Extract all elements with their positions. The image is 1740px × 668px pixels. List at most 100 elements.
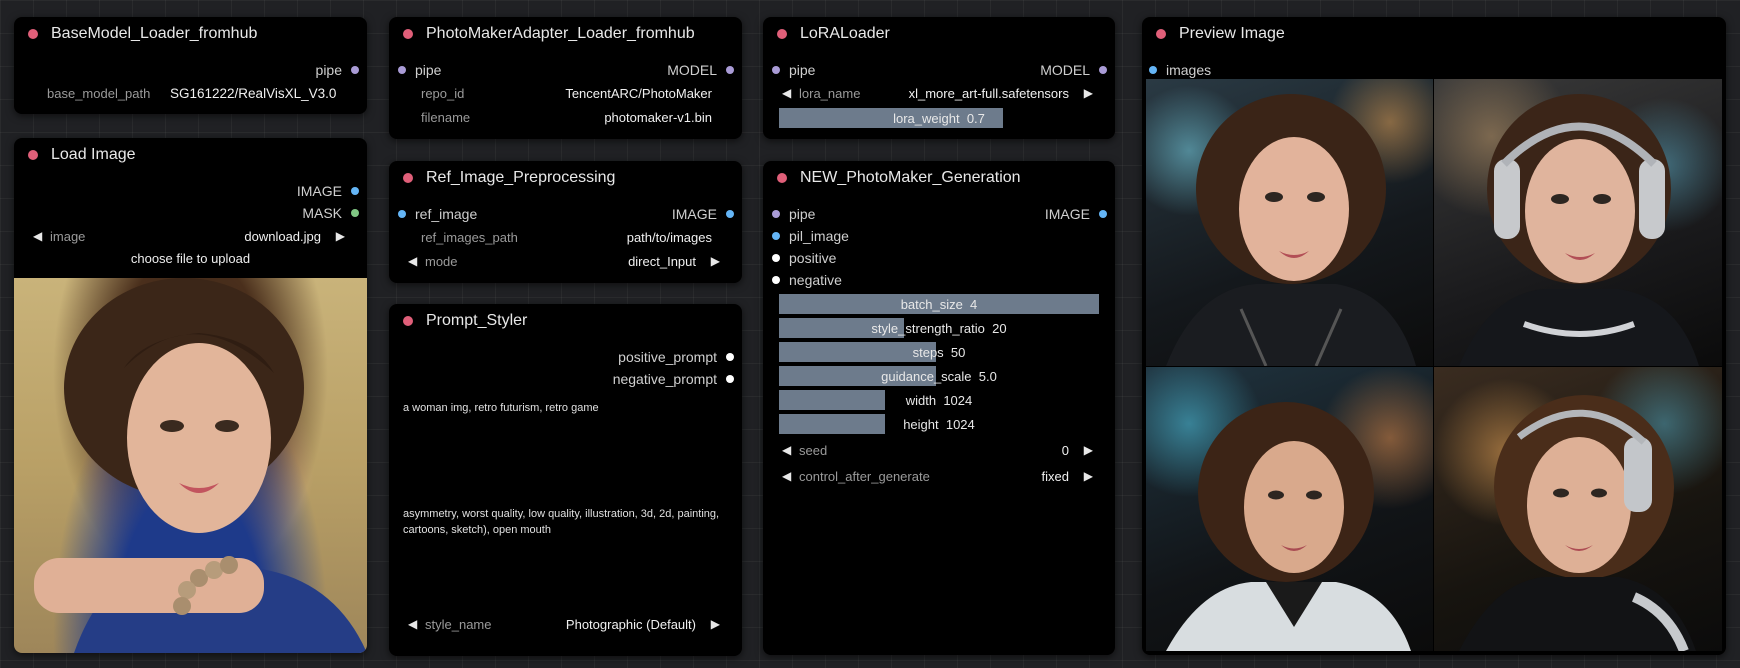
base-model-path-field[interactable]: base_model_path SG161222/RealVisXL_V3.0 xyxy=(30,81,349,105)
input-slot-images[interactable]: images xyxy=(1149,62,1211,78)
node-ref-image-preprocessing[interactable]: Ref_Image_Preprocessing ref_image IMAGE … xyxy=(389,161,742,283)
input-slot-pipe[interactable]: pipe xyxy=(772,206,815,222)
node-title-bar[interactable]: LoRALoader xyxy=(763,17,1115,51)
collapse-dot-icon[interactable] xyxy=(777,29,787,39)
widget-label: base_model_path xyxy=(47,86,151,101)
width-slider[interactable]: width 1024 xyxy=(779,390,1099,410)
node-photomaker-adapter[interactable]: PhotoMakerAdapter_Loader_fromhub pipe MO… xyxy=(389,17,742,139)
positive-prompt-textarea[interactable]: a woman img, retro futurism, retro game xyxy=(389,390,742,506)
generated-image-1[interactable] xyxy=(1146,79,1433,366)
slot-label: MASK xyxy=(302,205,342,221)
slot-dot-icon[interactable] xyxy=(1099,210,1107,218)
lora-name-combo[interactable]: ◀ lora_name xl_more_art-full.safetensors… xyxy=(779,81,1097,105)
collapse-dot-icon[interactable] xyxy=(403,173,413,183)
output-slot-negative-prompt[interactable]: negative_prompt xyxy=(613,371,734,387)
guidance-scale-slider[interactable]: guidance_scale 5.0 xyxy=(779,366,1099,386)
style-strength-ratio-slider[interactable]: style_strength_ratio 20 xyxy=(779,318,1099,338)
repo-id-field[interactable]: repo_id TencentARC/PhotoMaker xyxy=(405,81,724,105)
seed-combo[interactable]: ◀ seed 0 ▶ xyxy=(779,438,1097,462)
steps-slider[interactable]: steps 50 xyxy=(779,342,1099,362)
slot-dot-icon[interactable] xyxy=(1149,66,1157,74)
filename-field[interactable]: filename photomaker-v1.bin xyxy=(405,105,724,129)
node-title-bar[interactable]: Preview Image xyxy=(1142,17,1726,51)
slot-dot-icon[interactable] xyxy=(1099,66,1107,74)
upload-button[interactable]: choose file to upload xyxy=(14,251,367,266)
output-slot-image[interactable]: IMAGE xyxy=(1045,206,1107,222)
input-slot-pil-image[interactable]: pil_image xyxy=(772,228,849,244)
lora-weight-slider[interactable]: lora_weight 0.7 xyxy=(779,108,1099,128)
arrow-right-icon[interactable]: ▶ xyxy=(711,617,720,631)
negative-prompt-textarea[interactable]: asymmetry, worst quality, low quality, i… xyxy=(389,506,742,612)
node-load-image[interactable]: Load Image IMAGE MASK ◀ image download.j… xyxy=(14,138,367,653)
ref-images-path-field[interactable]: ref_images_path path/to/images xyxy=(405,225,724,249)
input-slot-positive[interactable]: positive xyxy=(772,250,836,266)
widget-label: ref_images_path xyxy=(421,230,518,245)
output-slot-mask[interactable]: MASK xyxy=(302,205,359,221)
slot-dot-icon[interactable] xyxy=(772,232,780,240)
arrow-right-icon[interactable]: ▶ xyxy=(1084,469,1093,483)
node-title-bar[interactable]: Ref_Image_Preprocessing xyxy=(389,161,742,195)
slot-dot-icon[interactable] xyxy=(398,66,406,74)
node-title-bar[interactable]: Prompt_Styler xyxy=(389,304,742,338)
arrow-left-icon[interactable]: ◀ xyxy=(408,254,417,268)
node-title-bar[interactable]: NEW_PhotoMaker_Generation xyxy=(763,161,1115,195)
collapse-dot-icon[interactable] xyxy=(403,316,413,326)
arrow-right-icon[interactable]: ▶ xyxy=(1084,443,1093,457)
node-title: BaseModel_Loader_fromhub xyxy=(51,25,258,42)
slot-dot-icon[interactable] xyxy=(772,276,780,284)
slot-dot-icon[interactable] xyxy=(726,210,734,218)
collapse-dot-icon[interactable] xyxy=(777,173,787,183)
generated-image-2[interactable] xyxy=(1434,79,1722,366)
node-prompt-styler[interactable]: Prompt_Styler positive_prompt negative_p… xyxy=(389,304,742,656)
collapse-dot-icon[interactable] xyxy=(28,29,38,39)
collapse-dot-icon[interactable] xyxy=(1156,29,1166,39)
slot-dot-icon[interactable] xyxy=(772,66,780,74)
collapse-dot-icon[interactable] xyxy=(28,150,38,160)
generated-image-4[interactable] xyxy=(1434,367,1722,651)
arrow-right-icon[interactable]: ▶ xyxy=(711,254,720,268)
slot-dot-icon[interactable] xyxy=(726,353,734,361)
slot-dot-icon[interactable] xyxy=(398,210,406,218)
slot-dot-icon[interactable] xyxy=(726,66,734,74)
mode-combo[interactable]: ◀ mode direct_Input ▶ xyxy=(405,249,724,273)
arrow-right-icon[interactable]: ▶ xyxy=(1084,86,1093,100)
image-combo[interactable]: ◀ image download.jpg ▶ xyxy=(30,224,349,248)
slot-label: IMAGE xyxy=(671,206,717,222)
output-slot-pipe[interactable]: pipe xyxy=(316,62,359,78)
node-title-bar[interactable]: PhotoMakerAdapter_Loader_fromhub xyxy=(389,17,742,51)
generated-image-3[interactable] xyxy=(1146,367,1433,651)
slot-dot-icon[interactable] xyxy=(351,66,359,74)
output-slot-model[interactable]: MODEL xyxy=(667,62,734,78)
input-slot-ref-image[interactable]: ref_image xyxy=(398,206,477,222)
style-name-combo[interactable]: ◀ style_name Photographic (Default) ▶ xyxy=(405,612,724,636)
slot-dot-icon[interactable] xyxy=(772,254,780,262)
arrow-left-icon[interactable]: ◀ xyxy=(782,469,791,483)
input-slot-negative[interactable]: negative xyxy=(772,272,842,288)
arrow-left-icon[interactable]: ◀ xyxy=(782,443,791,457)
input-slot-pipe[interactable]: pipe xyxy=(398,62,441,78)
output-slot-image[interactable]: IMAGE xyxy=(672,206,734,222)
node-title-bar[interactable]: BaseModel_Loader_fromhub xyxy=(14,17,367,51)
input-slot-pipe[interactable]: pipe xyxy=(772,62,815,78)
output-slot-image[interactable]: IMAGE xyxy=(297,183,359,199)
slot-dot-icon[interactable] xyxy=(726,375,734,383)
node-basemodel-loader[interactable]: BaseModel_Loader_fromhub pipe base_model… xyxy=(14,17,367,114)
widget-value: direct_Input xyxy=(628,254,696,269)
slot-dot-icon[interactable] xyxy=(351,187,359,195)
slot-dot-icon[interactable] xyxy=(772,210,780,218)
node-photomaker-generation[interactable]: NEW_PhotoMaker_Generation pipe IMAGE pil… xyxy=(763,161,1115,655)
slot-dot-icon[interactable] xyxy=(351,209,359,217)
node-title-bar[interactable]: Load Image xyxy=(14,138,367,172)
arrow-left-icon[interactable]: ◀ xyxy=(408,617,417,631)
output-slot-model[interactable]: MODEL xyxy=(1040,62,1107,78)
batch-size-slider[interactable]: batch_size 4 xyxy=(779,294,1099,314)
output-slot-positive-prompt[interactable]: positive_prompt xyxy=(618,349,734,365)
arrow-left-icon[interactable]: ◀ xyxy=(33,229,42,243)
collapse-dot-icon[interactable] xyxy=(403,29,413,39)
control-after-generate-combo[interactable]: ◀ control_after_generate fixed ▶ xyxy=(779,464,1097,488)
arrow-right-icon[interactable]: ▶ xyxy=(336,229,345,243)
height-slider[interactable]: height 1024 xyxy=(779,414,1099,434)
arrow-left-icon[interactable]: ◀ xyxy=(782,86,791,100)
node-preview-image[interactable]: Preview Image images xyxy=(1142,17,1726,655)
node-lora-loader[interactable]: LoRALoader pipe MODEL ◀ lora_name xl_mor… xyxy=(763,17,1115,139)
